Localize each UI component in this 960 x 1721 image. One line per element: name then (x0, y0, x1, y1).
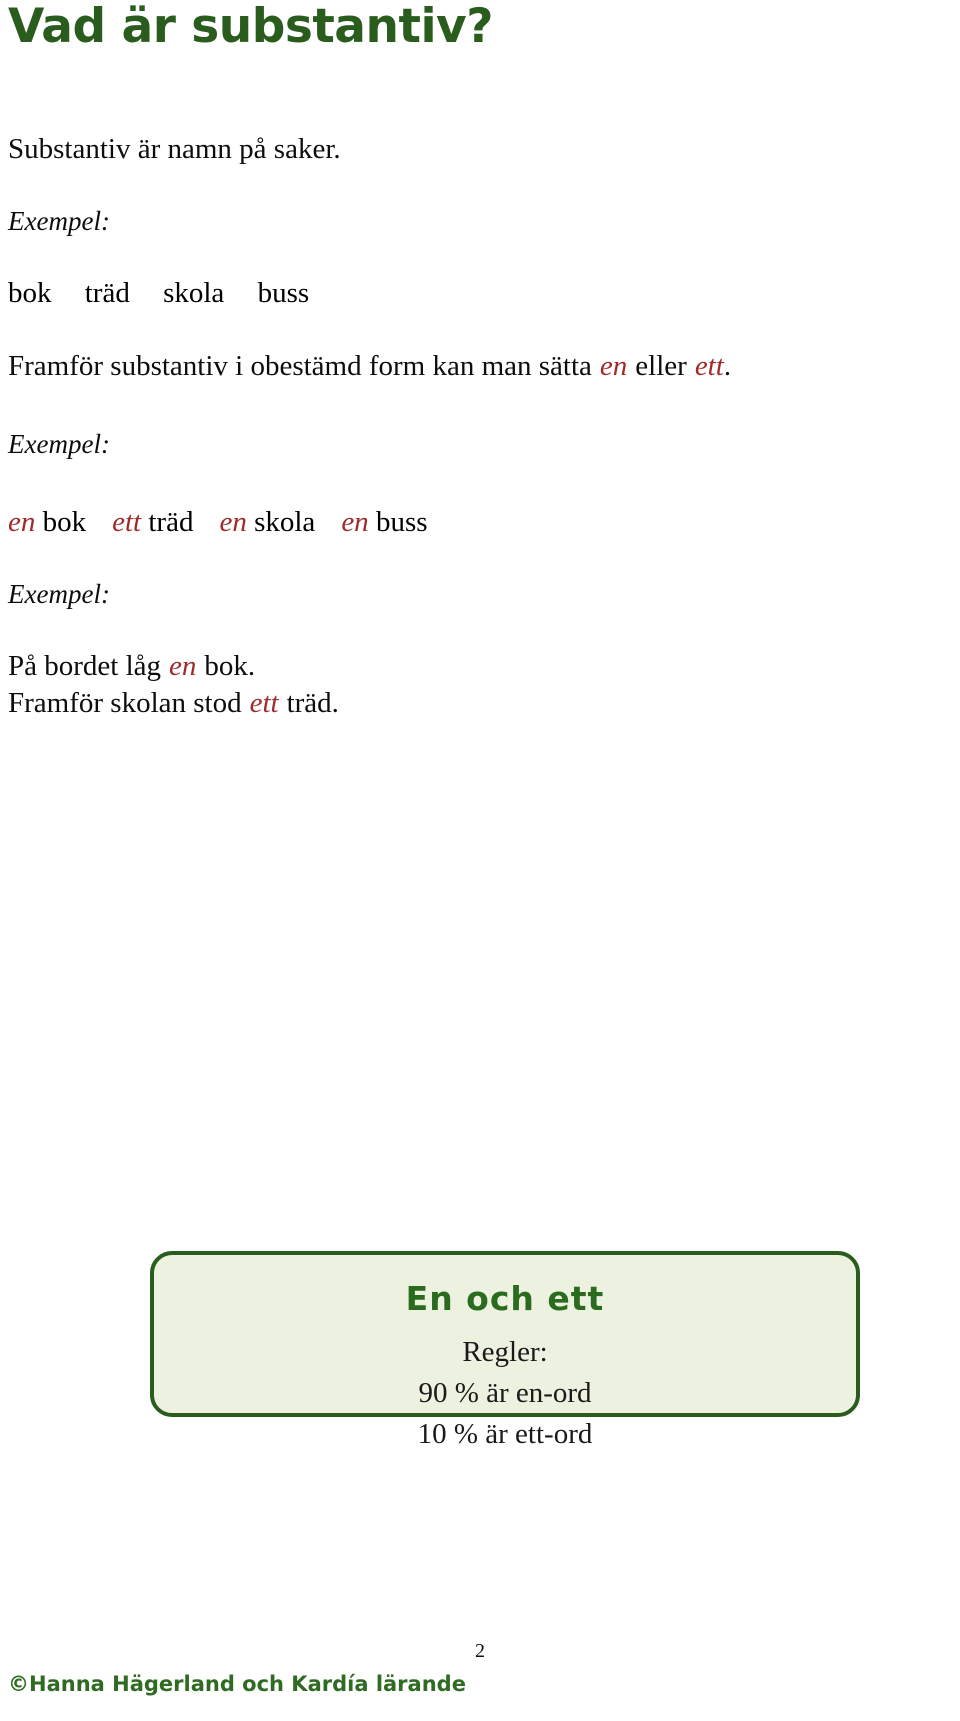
noun: buss (375, 506, 428, 538)
sentence-before: Framför skolan stod (8, 687, 242, 719)
rule-item: 90 % är en-ord (418, 1377, 592, 1410)
noun: bok (42, 506, 87, 538)
example-sentence: Framför skolan stod ett träd. (8, 689, 908, 718)
example-word: skola (163, 277, 225, 309)
example-word: bok (8, 277, 52, 309)
copyright-notice: ©Hanna Hägerland och Kardía lärande (8, 1672, 466, 1696)
article-example-item: en bok (8, 506, 86, 538)
rules-box: En och ett Regler: 90 % är en-ord 10 % ä… (150, 1251, 860, 1450)
example-word: träd (84, 277, 130, 309)
sentence-article: ett (249, 687, 279, 719)
example-sentence: På bordet låg en bok. (8, 652, 908, 681)
noun: skola (254, 506, 316, 538)
article-ett: ett (112, 506, 142, 538)
rules-subheading: Regler: (462, 1336, 548, 1368)
intro-sentence: Substantiv är namn på saker. (8, 133, 341, 165)
article-example-item: en buss (341, 506, 427, 538)
noun: träd (148, 506, 194, 538)
example-label-1: Exempel: (8, 206, 110, 236)
sentence-article: en (169, 650, 197, 682)
sentence-after: bok. (204, 650, 256, 682)
page-number: 2 (475, 1640, 485, 1662)
example-label-3: Exempel: (8, 579, 110, 609)
sentence-before: På bordet låg (8, 650, 162, 682)
page-title: Vad är substantiv? (8, 0, 493, 54)
rules-box-heading: En och ett (405, 1279, 605, 1318)
rule-sentence-part2: eller (635, 350, 687, 382)
example-word: buss (257, 277, 310, 309)
article-example-item: en skola (219, 506, 315, 538)
rule-sentence-article-en: en (599, 350, 628, 382)
example-label-2: Exempel: (8, 429, 110, 459)
rule-sentence-period: . (723, 350, 732, 382)
article-en: en (341, 506, 369, 538)
rules-box-content: Regler: 90 % är en-ord 10 % är ett-ord (154, 1332, 856, 1456)
article-en: en (219, 506, 247, 538)
rule-sentence-article-ett: ett (694, 350, 724, 382)
rule-sentence-part1: Framför substantiv i obestämd form kan m… (8, 350, 592, 382)
rule-sentence: Framför substantiv i obestämd form kan m… (8, 352, 908, 381)
document-page: Vad är substantiv? Substantiv är namn på… (0, 0, 960, 1721)
rule-item: 10 % är ett-ord (417, 1418, 593, 1451)
sentence-after: träd. (286, 687, 339, 719)
article-en: en (8, 506, 36, 538)
article-example-item: ett träd (112, 506, 193, 538)
example-word-list: bok träd skola buss (8, 279, 908, 308)
article-example-list: en bok ett träd en skola en buss (8, 508, 908, 537)
document-body: Substantiv är namn på saker. Exempel: bo… (8, 135, 908, 718)
